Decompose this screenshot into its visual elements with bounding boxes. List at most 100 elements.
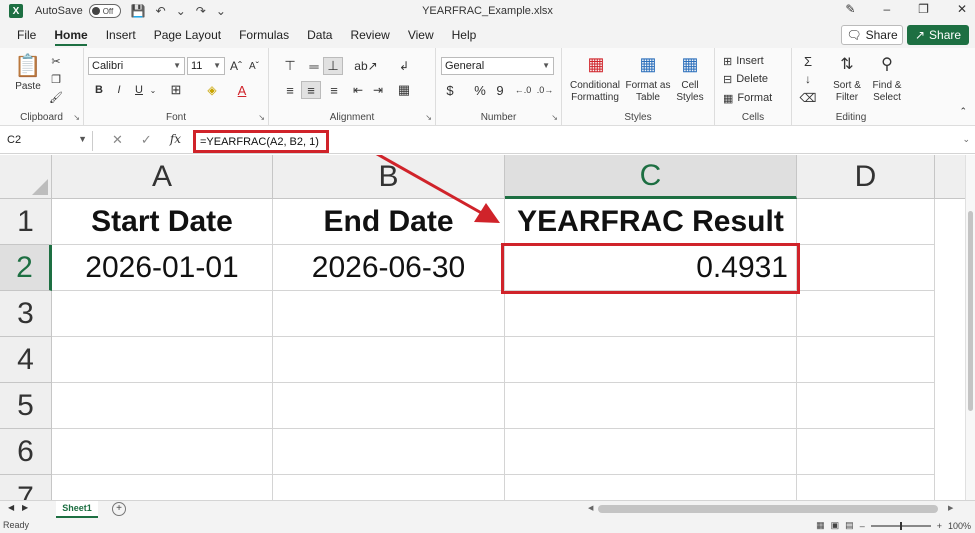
cell-b6[interactable] [273,429,505,475]
sheet-tab-sheet1[interactable]: Sheet1 [56,501,98,518]
cell-d5[interactable] [797,383,935,429]
pen-icon[interactable]: ✎ [845,2,855,16]
cell-c4[interactable] [505,337,797,383]
normal-view-icon[interactable]: ▦ [816,520,825,531]
comma-style-button[interactable]: 9 [492,82,508,98]
cell-c2[interactable]: 0.4931 [505,245,797,291]
cell-a2[interactable]: 2026-01-01 [52,245,273,291]
cut-icon[interactable]: ✂ [48,54,64,68]
sort-filter-icon[interactable]: ⇅ [836,53,858,75]
cell-c5[interactable] [505,383,797,429]
align-middle-icon[interactable]: ═ [305,57,323,75]
page-layout-view-icon[interactable]: ▣ [831,520,840,531]
cell-c7[interactable] [505,475,797,500]
row-header-4[interactable]: 4 [0,337,52,383]
scroll-left-icon[interactable]: ◀ [588,504,593,512]
align-top-icon[interactable]: ⊤ [281,57,299,75]
align-left-icon[interactable]: ≡ [281,81,299,99]
align-center-icon[interactable]: ≡ [301,81,321,99]
add-sheet-icon[interactable]: + [112,502,126,516]
row-header-1[interactable]: 1 [0,199,52,245]
prev-sheet-icon[interactable]: ◀ [8,503,14,512]
customize-qat-icon[interactable]: ⌄ [216,4,226,18]
cell-a3[interactable] [52,291,273,337]
cell-d3[interactable] [797,291,935,337]
name-box[interactable]: C2 ▼ [3,131,93,151]
alignment-launcher-icon[interactable]: ↘ [425,113,432,122]
minimize-icon[interactable]: – [883,2,890,16]
conditional-formatting-icon[interactable]: ▦ [584,53,608,75]
redo-icon[interactable]: ↷ [196,4,206,18]
autosave-toggle[interactable]: Off [88,4,121,18]
align-bottom-icon[interactable]: ⊥ [323,57,343,75]
decrease-font-icon[interactable]: Aˇ [246,58,262,74]
column-header-d[interactable]: D [797,155,935,199]
cell-styles-label[interactable]: Cell Styles [672,80,708,104]
insert-cells-button[interactable]: ⊞ Insert [723,53,787,69]
wrap-text-icon[interactable]: ↲ [395,57,413,75]
currency-button[interactable]: $ [442,82,458,98]
cell-c1[interactable]: YEARFRAC Result [505,199,797,245]
zoom-out-icon[interactable]: – [860,521,865,531]
row-header-5[interactable]: 5 [0,383,52,429]
number-format-dropdown[interactable]: General ▼ [441,57,554,75]
percent-button[interactable]: % [472,82,488,98]
cell-a7[interactable] [52,475,273,500]
collapse-ribbon-icon[interactable]: ⌃ [959,106,967,117]
cell-d6[interactable] [797,429,935,475]
font-launcher-icon[interactable]: ↘ [258,113,265,122]
page-break-view-icon[interactable]: ▤ [845,520,854,531]
italic-button[interactable]: I [112,82,126,98]
decrease-decimal-icon[interactable]: .0→ [536,82,554,98]
tab-insert[interactable]: Insert [97,22,145,48]
select-all-button[interactable] [0,155,52,199]
delete-cells-button[interactable]: ⊟ Delete [723,71,787,87]
tab-file[interactable]: File [8,22,45,48]
cell-styles-icon[interactable]: ▦ [678,53,702,75]
cell-c6[interactable] [505,429,797,475]
vertical-scroll-thumb[interactable] [968,211,973,411]
cancel-icon[interactable]: ✕ [112,132,123,148]
cell-b4[interactable] [273,337,505,383]
decrease-indent-icon[interactable]: ⇤ [349,81,367,99]
increase-font-icon[interactable]: Aˆ [228,58,244,74]
font-color-icon[interactable]: A [234,82,250,98]
zoom-level[interactable]: 100% [948,521,971,531]
row-header-3[interactable]: 3 [0,291,52,337]
cell-d2[interactable] [797,245,935,291]
paste-icon[interactable]: 📋 [14,53,42,79]
clipboard-launcher-icon[interactable]: ↘ [73,113,80,122]
underline-button[interactable]: U [132,82,146,98]
tab-help[interactable]: Help [443,22,486,48]
row-header-6[interactable]: 6 [0,429,52,475]
enter-icon[interactable]: ✓ [141,132,152,148]
next-sheet-icon[interactable]: ▶ [22,503,28,512]
cell-d4[interactable] [797,337,935,383]
formula-input[interactable]: =YEARFRAC(A2, B2, 1) [193,130,329,153]
tab-home[interactable]: Home [45,22,96,48]
row-header-7[interactable]: 7 [0,475,52,500]
cell-d1[interactable] [797,199,935,245]
column-header-a[interactable]: A [52,155,273,199]
tab-page-layout[interactable]: Page Layout [145,22,230,48]
paste-label[interactable]: Paste [10,81,46,93]
font-name-dropdown[interactable]: Calibri ▼ [88,57,185,75]
expand-formula-icon[interactable]: ⌄ [962,134,970,145]
clear-icon[interactable]: ⌫ [800,90,817,106]
tab-review[interactable]: Review [341,22,398,48]
sort-filter-label[interactable]: Sort & Filter [828,80,866,104]
fill-icon[interactable]: ↓ [800,71,816,87]
horizontal-scroll-thumb[interactable] [598,505,938,513]
cell-b5[interactable] [273,383,505,429]
cell-a1[interactable]: Start Date [52,199,273,245]
increase-indent-icon[interactable]: ⇥ [369,81,387,99]
align-right-icon[interactable]: ≡ [325,81,343,99]
autosum-icon[interactable]: Σ [800,53,816,69]
comments-share-button[interactable]: 🗨 Share [841,25,903,45]
tab-formulas[interactable]: Formulas [230,22,298,48]
row-header-2[interactable]: 2 [0,245,52,291]
conditional-formatting-label[interactable]: Conditional Formatting [564,80,626,104]
format-painter-icon[interactable]: 🖌 [48,90,64,104]
save-icon[interactable]: 💾 [131,4,146,18]
tab-data[interactable]: Data [298,22,341,48]
